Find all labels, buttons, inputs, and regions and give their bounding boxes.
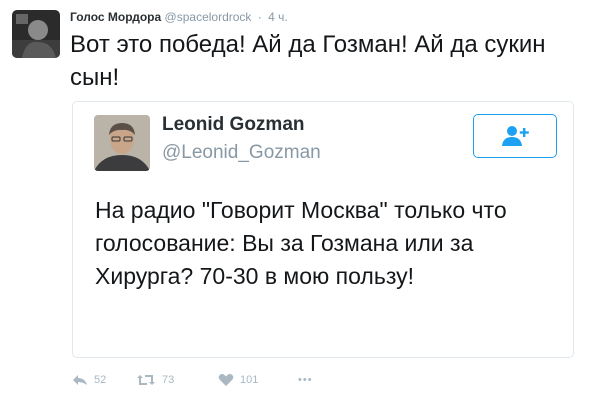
tweet-header: Голос Мордора @spacelordrock · 4 ч. (70, 9, 288, 25)
header-separator: · (257, 10, 262, 24)
author-handle[interactable]: @spacelordrock (165, 10, 252, 24)
retweet-count: 73 (162, 374, 175, 386)
more-button[interactable]: ••• (298, 374, 313, 386)
reply-count: 52 (94, 374, 107, 386)
like-count: 101 (240, 374, 259, 386)
tweet-actions: 52 73 101 ••• (72, 370, 313, 390)
more-icon: ••• (298, 374, 313, 386)
add-user-icon (502, 126, 529, 146)
quoted-avatar-image (94, 115, 150, 171)
quoted-author-name[interactable]: Leonid Gozman (162, 114, 305, 136)
quoted-author-handle[interactable]: @Leonid_Gozman (162, 142, 321, 164)
reply-button[interactable]: 52 (72, 374, 136, 386)
retweet-icon (137, 375, 155, 385)
quoted-tweet-card[interactable]: Leonid Gozman @Leonid_Gozman На радио "Г… (72, 101, 574, 358)
tweet: Голос Мордора @spacelordrock · 4 ч. Вот … (0, 0, 594, 401)
author-avatar[interactable] (12, 10, 60, 58)
retweet-button[interactable]: 73 (136, 374, 218, 386)
tweet-text: Вот это победа! Ай да Гозман! Ай да суки… (70, 31, 546, 91)
quoted-author-avatar[interactable] (94, 115, 150, 171)
like-button[interactable]: 101 (218, 373, 298, 387)
reply-icon (73, 375, 87, 385)
author-name[interactable]: Голос Мордора (70, 10, 161, 24)
quoted-tweet-text: На радио "Говорит Москва" только что гол… (95, 197, 507, 289)
follow-button[interactable] (473, 114, 557, 158)
heart-icon (218, 374, 234, 386)
tweet-timestamp[interactable]: 4 ч. (268, 10, 288, 24)
author-avatar-image (12, 10, 60, 58)
